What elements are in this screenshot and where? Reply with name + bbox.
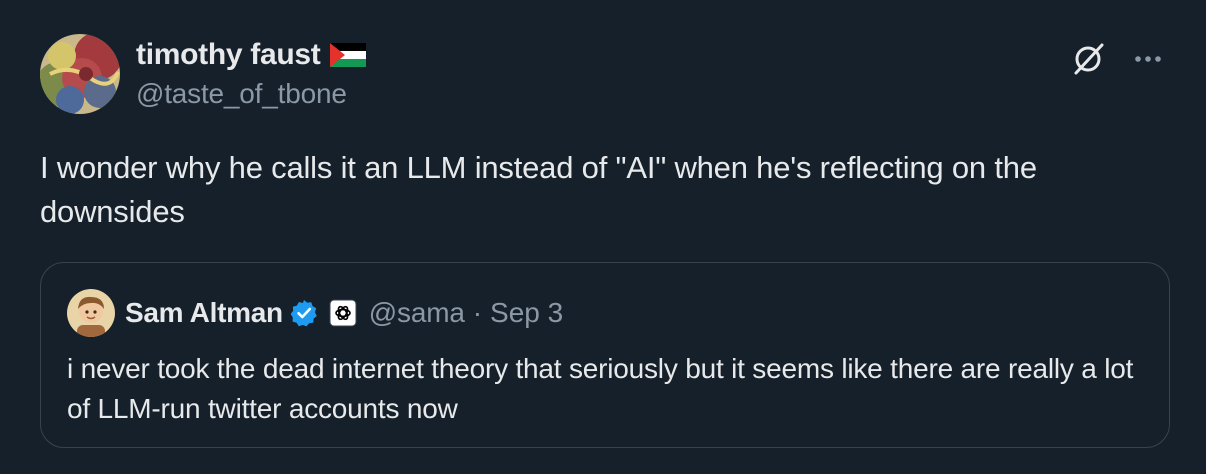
quoted-tweet[interactable]: Sam Altman @sama · Sep 3 i never took th… [40,262,1170,448]
quoted-author-avatar[interactable] [67,289,115,337]
quoted-tweet-text: i never took the dead internet theory th… [67,353,1134,424]
author-avatar[interactable] [40,34,120,114]
author-info: timothy faust @taste_of_tbone [136,36,367,110]
openai-logo-icon[interactable] [329,299,357,327]
tweet-text: I wonder why he calls it an LLM instead … [40,150,1037,229]
quoted-author-name[interactable]: Sam Altman [125,297,283,329]
separator-dot: · [472,297,483,328]
quoted-author-handle[interactable]: @sama [369,297,465,329]
quoted-tweet-date[interactable]: Sep 3 [490,297,563,329]
grok-icon[interactable] [1070,40,1108,78]
quoted-tweet-header: Sam Altman @sama · Sep 3 [67,289,563,337]
author-handle[interactable]: @taste_of_tbone [136,78,366,110]
more-options-icon[interactable] [1130,41,1166,77]
author-display-name[interactable]: timothy faust [136,38,321,72]
verified-badge-icon [290,300,317,327]
tweet-actions-top [1070,40,1166,78]
tweet-card: timothy faust @taste_of_tbone I wonder w… [0,0,1206,474]
palestine-flag-icon [330,43,367,67]
